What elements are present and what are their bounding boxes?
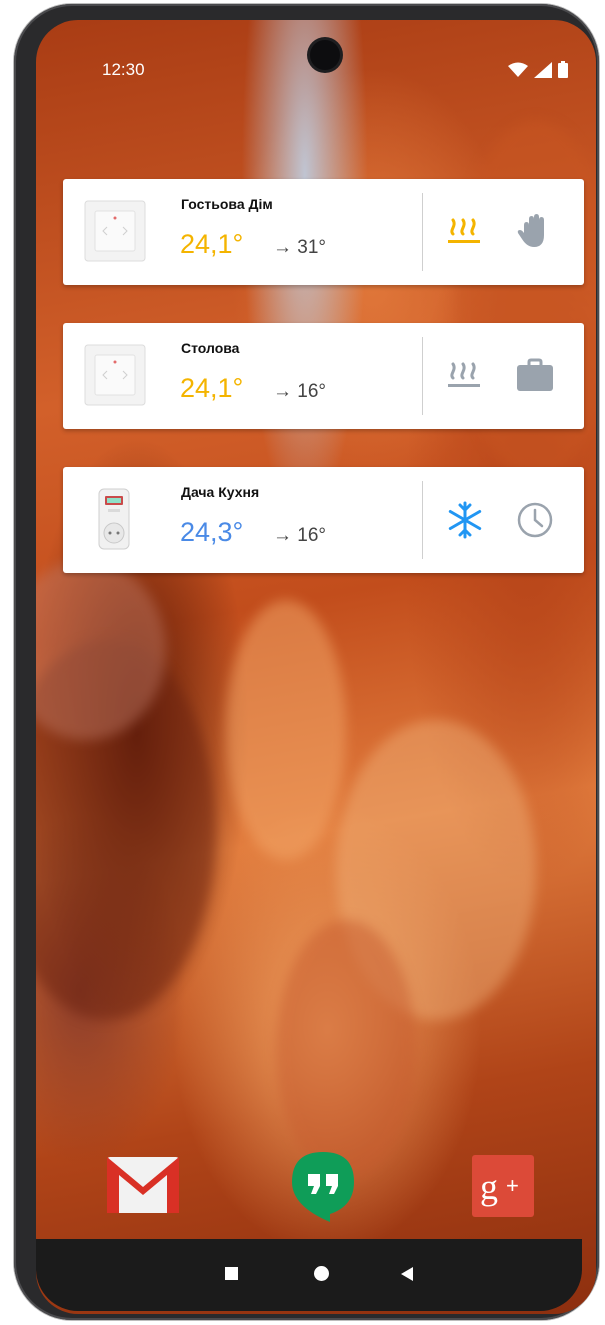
- gmail-icon[interactable]: [107, 1157, 179, 1213]
- home-button[interactable]: [314, 1266, 329, 1281]
- back-button[interactable]: [401, 1267, 413, 1281]
- hangouts-icon[interactable]: [290, 1150, 356, 1222]
- front-camera: [310, 40, 340, 70]
- status-time: 12:30: [102, 60, 145, 79]
- wifi-icon: [508, 62, 528, 77]
- widget-device-name: Гостьова Дім: [181, 196, 273, 212]
- current-temperature: 24,1°: [180, 373, 244, 403]
- target-temperature: → 16°: [273, 525, 327, 546]
- wall-thermostat-image: [84, 344, 146, 406]
- google-plus-icon[interactable]: g +: [472, 1155, 534, 1217]
- svg-text:+: +: [506, 1173, 519, 1198]
- wallpaper-shade: [276, 920, 416, 1180]
- schedule-clock-icon[interactable]: [514, 499, 556, 541]
- navigation-bar: [36, 1239, 582, 1311]
- widget-divider: [422, 193, 423, 271]
- wallpaper-light: [226, 600, 346, 860]
- away-briefcase-icon[interactable]: [514, 355, 556, 397]
- thermostat-widget[interactable]: Дача Кухня 24,3° → 16°: [63, 467, 584, 573]
- battery-icon: [558, 61, 568, 78]
- target-temperature: → 16°: [273, 381, 327, 402]
- current-temperature: 24,1°: [180, 229, 244, 259]
- signal-icon: [534, 61, 552, 78]
- thermostat-widget[interactable]: Гостьова Дім 24,1° → 31°: [63, 179, 584, 285]
- target-temperature: → 31°: [273, 237, 327, 258]
- widget-divider: [422, 481, 423, 559]
- widget-device-name: Столова: [181, 340, 240, 356]
- socket-thermostat-image: [98, 488, 130, 550]
- heating-icon[interactable]: [445, 212, 485, 252]
- heating-icon[interactable]: [445, 356, 485, 396]
- widget-divider: [422, 337, 423, 415]
- wall-thermostat-image: [84, 200, 146, 262]
- recents-button[interactable]: [225, 1267, 238, 1280]
- svg-text:g: g: [480, 1167, 498, 1207]
- thermostat-widget[interactable]: Столова 24,1° → 16°: [63, 323, 584, 429]
- manual-hand-icon[interactable]: [514, 211, 556, 253]
- snowflake-icon[interactable]: [445, 500, 485, 540]
- current-temperature: 24,3°: [180, 517, 244, 547]
- widget-device-name: Дача Кухня: [181, 484, 260, 500]
